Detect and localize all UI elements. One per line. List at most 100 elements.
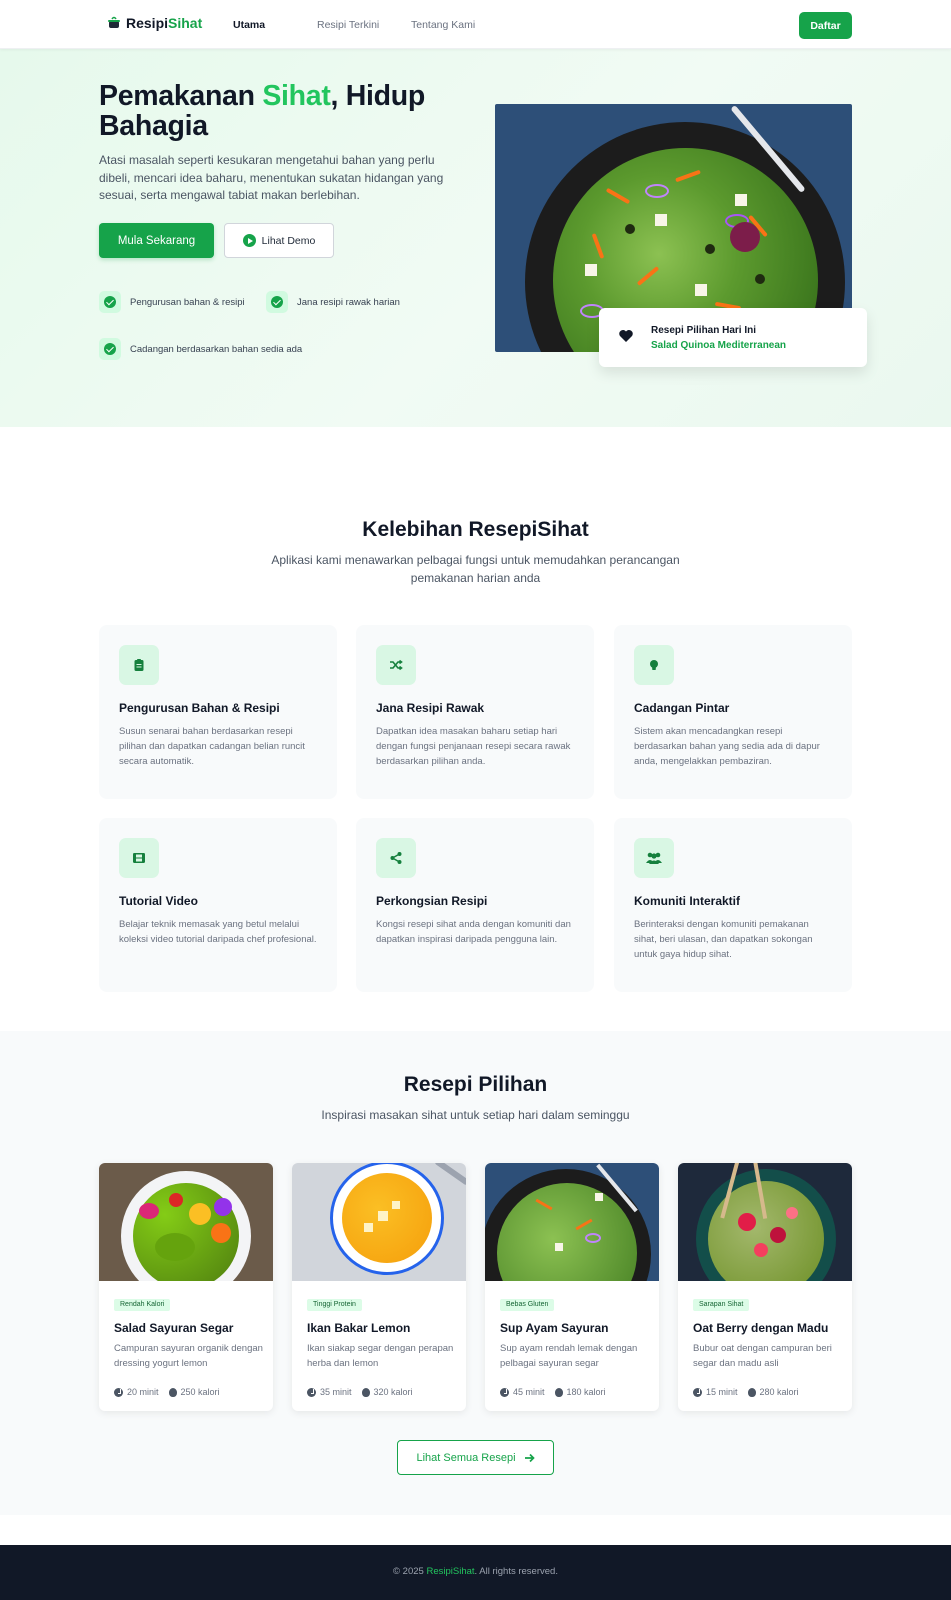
- check-icon: [99, 291, 121, 313]
- recipe-description: Bubur oat dengan campuran beri segar dan…: [693, 1343, 832, 1369]
- nav-link-tentang-kami[interactable]: Tentang Kami: [411, 19, 475, 31]
- recipe-image: [485, 1163, 659, 1281]
- feature-title: Perkongsian Resipi: [376, 894, 488, 908]
- recipe-meta: 15 minit 280 kalori: [693, 1387, 799, 1397]
- check-icon: [99, 338, 121, 360]
- recipes-subtitle: Inspirasi masakan sihat untuk setiap har…: [321, 1108, 630, 1122]
- clock-icon: [693, 1387, 702, 1397]
- feature-title: Pengurusan Bahan & Resipi: [119, 701, 280, 715]
- logo-text-a: Resipi: [126, 15, 169, 31]
- feature-title: Cadangan Pintar: [634, 701, 730, 715]
- recipe-time: 15 minit: [706, 1387, 738, 1397]
- users-icon: [634, 838, 674, 878]
- feature-card: Cadangan Pintar Sistem akan mencadangkan…: [614, 625, 852, 799]
- pot-icon: [108, 16, 120, 28]
- clipboard-icon: [119, 645, 159, 685]
- recipe-time: 35 minit: [320, 1387, 352, 1397]
- recipe-name: Salad Sayuran Segar: [114, 1321, 234, 1335]
- heart-icon: [619, 330, 633, 342]
- view-all-label: Lihat Semua Resepi: [416, 1451, 516, 1464]
- recipe-calories: 320 kalori: [373, 1387, 413, 1397]
- feature-card: Komuniti Interaktif Berinteraksi dengan …: [614, 818, 852, 992]
- recipe-tag: Tinggi Protein: [307, 1299, 362, 1311]
- share-icon: [376, 838, 416, 878]
- feature-card: Jana Resipi Rawak Dapatkan idea masakan …: [356, 625, 594, 799]
- clock-icon: [114, 1387, 123, 1397]
- feature-description: Berinteraksi dengan komuniti pemakanan s…: [634, 919, 813, 960]
- hero-description: Atasi masalah seperti kesukaran mengetah…: [99, 153, 444, 202]
- feature-card: Tutorial Video Belajar teknik memasak ya…: [99, 818, 337, 992]
- features-subtitle: Aplikasi kami menawarkan pelbagai fungsi…: [271, 553, 680, 585]
- features-title: Kelebihan ResepiSihat: [362, 518, 589, 541]
- recipes-title: Resepi Pilihan: [403, 1073, 548, 1096]
- recipe-name: Oat Berry dengan Madu: [693, 1321, 829, 1335]
- recipe-card[interactable]: Bebas Gluten Sup Ayam Sayuran Sup ayam r…: [485, 1163, 659, 1411]
- nav-link-utama[interactable]: Utama: [233, 19, 265, 31]
- hero-check-item: Pengurusan bahan & resipi: [99, 291, 245, 313]
- recipe-time: 20 minit: [127, 1387, 159, 1397]
- today-pick-name: Salad Quinoa Mediterranean: [651, 340, 787, 351]
- recipe-description: Sup ayam rendah lemak dengan pelbagai sa…: [500, 1343, 638, 1369]
- feature-description: Kongsi resepi sihat anda dengan komuniti…: [376, 919, 571, 945]
- recipe-card[interactable]: Tinggi Protein Ikan Bakar Lemon Ikan sia…: [292, 1163, 466, 1411]
- today-pick-card[interactable]: Resepi Pilihan Hari Ini Salad Quinoa Med…: [599, 308, 867, 367]
- feature-description: Sistem akan mencadangkan resepi berdasar…: [634, 726, 820, 767]
- fire-icon: [361, 1387, 370, 1397]
- top-navbar: ResipiSihat Utama Resipi Terkini Tentang…: [0, 0, 951, 49]
- feature-card: Pengurusan Bahan & Resipi Susun senarai …: [99, 625, 337, 799]
- footer: © 2025 ResipiSihat. All rights reserved.: [0, 1545, 951, 1600]
- feature-description: Susun senarai bahan berdasarkan resepi p…: [119, 726, 305, 767]
- film-icon: [119, 838, 159, 878]
- check-label: Cadangan berdasarkan bahan sedia ada: [130, 343, 303, 355]
- lightbulb-icon: [634, 645, 674, 685]
- feature-title: Komuniti Interaktif: [634, 894, 741, 908]
- recipe-time: 45 minit: [513, 1387, 545, 1397]
- nav-link-resipi-terkini[interactable]: Resipi Terkini: [317, 19, 379, 31]
- arrow-right-icon: [524, 1453, 535, 1462]
- feature-description: Belajar teknik memasak yang betul melalu…: [119, 919, 317, 945]
- recipe-calories: 280 kalori: [759, 1387, 799, 1397]
- signup-button[interactable]: Daftar: [799, 12, 852, 39]
- recipe-name: Ikan Bakar Lemon: [307, 1321, 411, 1335]
- demo-button-label: Lihat Demo: [261, 234, 316, 247]
- recipe-card[interactable]: Rendah Kalori Salad Sayuran Segar Campur…: [99, 1163, 273, 1411]
- check-icon: [266, 291, 288, 313]
- feature-card: Perkongsian Resipi Kongsi resepi sihat a…: [356, 818, 594, 992]
- feature-title: Tutorial Video: [119, 894, 198, 908]
- clock-icon: [500, 1387, 509, 1397]
- fire-icon: [168, 1387, 177, 1397]
- fire-icon: [554, 1387, 563, 1397]
- recipe-name: Sup Ayam Sayuran: [500, 1321, 609, 1335]
- check-label: Jana resipi rawak harian: [297, 296, 400, 308]
- recipe-description: Campuran sayuran organik dengan dressing…: [114, 1343, 263, 1369]
- recipe-image: [678, 1163, 852, 1281]
- recipe-card[interactable]: Sarapan Sihat Oat Berry dengan Madu Bubu…: [678, 1163, 852, 1411]
- shuffle-icon: [376, 645, 416, 685]
- recipe-calories: 250 kalori: [180, 1387, 220, 1397]
- recipe-description: Ikan siakap segar dengan perapan herba d…: [307, 1343, 454, 1369]
- demo-button[interactable]: Lihat Demo: [224, 223, 334, 258]
- clock-icon: [307, 1387, 316, 1397]
- recipe-meta: 20 minit 250 kalori: [114, 1387, 220, 1397]
- feature-title: Jana Resipi Rawak: [376, 701, 485, 715]
- recipe-tag: Bebas Gluten: [500, 1299, 555, 1311]
- view-all-recipes-button[interactable]: Lihat Semua Resepi: [397, 1440, 554, 1475]
- recipe-tag: Rendah Kalori: [114, 1299, 171, 1311]
- recipe-meta: 45 minit 180 kalori: [500, 1387, 606, 1397]
- play-icon: [242, 234, 256, 247]
- recipe-image: [99, 1163, 273, 1281]
- hero-check-item: Jana resipi rawak harian: [266, 291, 400, 313]
- today-pick-label: Resepi Pilihan Hari Ini: [651, 325, 757, 336]
- recipe-image: [292, 1163, 466, 1281]
- fire-icon: [747, 1387, 756, 1397]
- recipe-tag: Sarapan Sihat: [693, 1299, 750, 1311]
- start-button[interactable]: Mula Sekarang: [99, 223, 214, 258]
- logo-text-b: Sihat: [168, 15, 203, 31]
- logo[interactable]: ResipiSihat: [107, 15, 202, 31]
- hero-title: Pemakanan Sihat, Hidup Bahagia: [99, 80, 425, 142]
- footer-copyright: © 2025 ResipiSihat. All rights reserved.: [393, 1566, 558, 1577]
- recipe-calories: 180 kalori: [566, 1387, 606, 1397]
- feature-description: Dapatkan idea masakan baharu setiap hari…: [376, 726, 571, 767]
- check-label: Pengurusan bahan & resipi: [130, 296, 245, 308]
- hero-check-item: Cadangan berdasarkan bahan sedia ada: [99, 338, 302, 360]
